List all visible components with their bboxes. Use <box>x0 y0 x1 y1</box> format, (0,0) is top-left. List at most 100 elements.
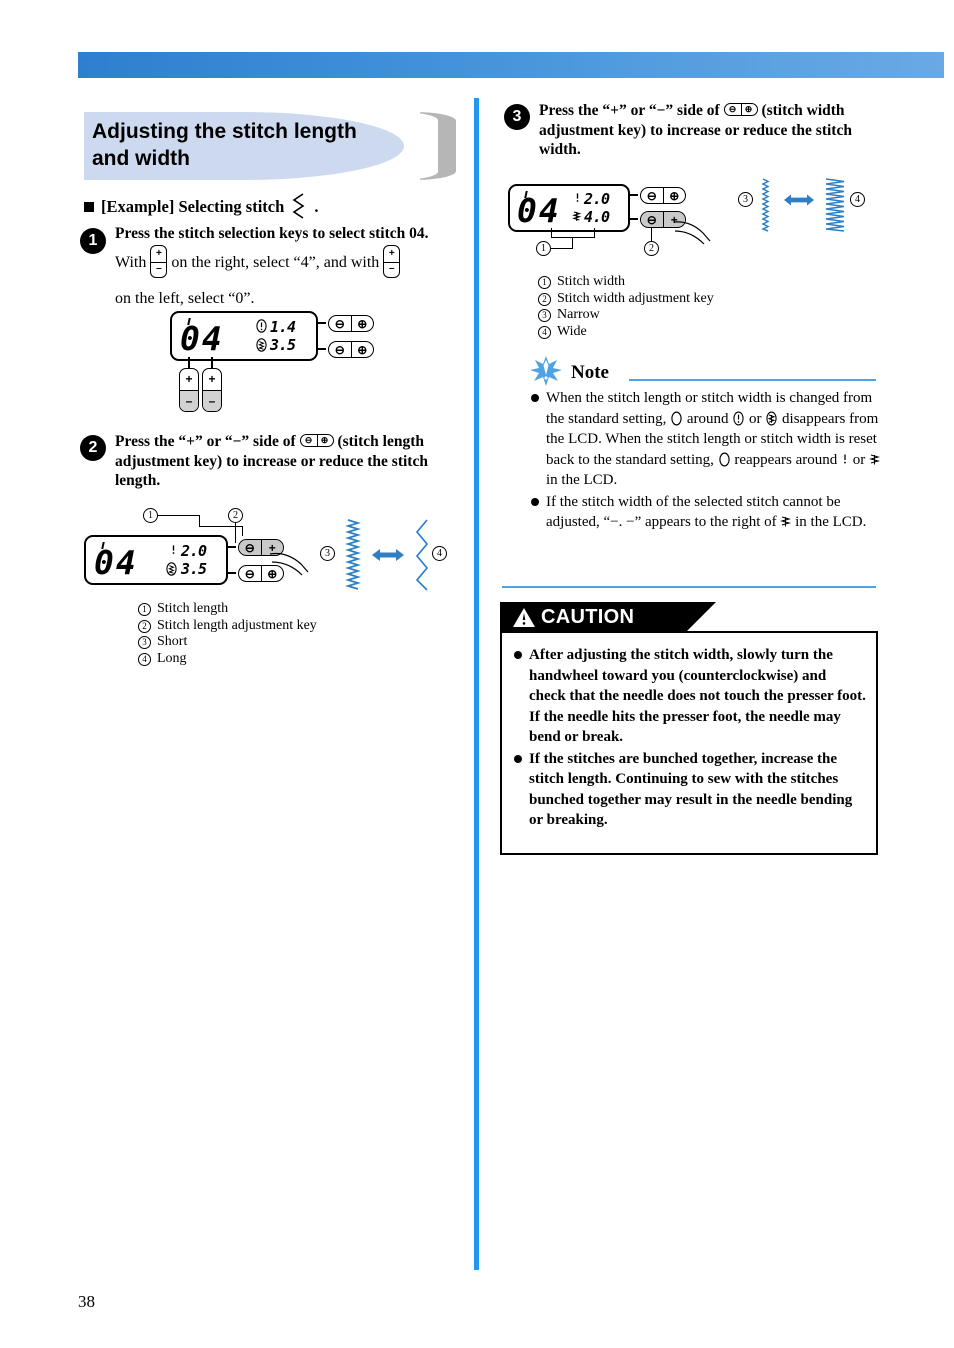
minus-half[interactable]: ⊖ <box>239 566 262 581</box>
warning-triangle-icon <box>513 608 535 627</box>
minus-half[interactable]: ⊖ <box>641 188 664 203</box>
pointing-hand-icon <box>269 552 309 576</box>
stitch-width-glyph-icon <box>572 211 582 221</box>
stitch-length-glyph-icon <box>256 319 267 333</box>
plus-half[interactable]: + <box>203 369 221 391</box>
legend-label: Wide <box>557 323 587 339</box>
legend-number: 3 <box>138 636 151 649</box>
legend-label: Stitch length <box>157 601 229 616</box>
note-list: When the stitch length or stitch width i… <box>531 388 883 534</box>
step-3-callout-3: 3 <box>738 192 753 207</box>
plus-half[interactable]: ⊕ <box>664 188 686 203</box>
step-3-lcd-stitch-number: 04 <box>517 191 561 230</box>
note-seg-6: or <box>852 451 866 468</box>
callout-1-bracket-right <box>594 228 596 238</box>
step-1-badge: 1 <box>80 228 106 254</box>
callout-2-leader <box>235 523 237 543</box>
note-title: Note <box>571 362 609 383</box>
step-1-body-part3: on the left, select “0”. <box>115 290 255 307</box>
column-divider <box>474 98 479 1270</box>
legend-label: Stitch width adjustment key <box>557 290 714 306</box>
step-1-lcd-stitch-number: 04 <box>180 319 224 358</box>
stitch-width-bare-glyph-icon <box>780 516 792 527</box>
caution-list: After adjusting the stitch width, slowly… <box>514 645 866 832</box>
plus-half[interactable]: ⊕ <box>352 342 374 357</box>
step-2-lcd-width-value: 3.5 <box>181 560 207 578</box>
stitch-width-bare-glyph-icon <box>868 453 881 464</box>
bullet-icon <box>514 651 522 659</box>
callout-1-leader-h <box>551 248 573 250</box>
stitch-length-bare-glyph-icon <box>844 454 846 463</box>
minus-glyph: ⊖ <box>725 104 742 115</box>
minus-half[interactable]: ⊖ <box>641 212 664 227</box>
stitch-selection-key-left[interactable]: + – <box>179 368 199 412</box>
step-2-heading-part1: Press the “+” or “−” side of <box>115 433 296 450</box>
note-item: When the stitch length or stitch width i… <box>531 388 883 491</box>
note2-seg-3: in the LCD. <box>795 514 867 530</box>
selection-key-leader-left <box>188 357 190 368</box>
legend-item: 4 Long <box>138 651 317 668</box>
lcd-width-leader-dash <box>318 348 326 350</box>
step-3-badge: 3 <box>504 104 530 130</box>
lcd-length-leader-dash <box>318 322 326 324</box>
plus-half[interactable]: ⊕ <box>352 316 374 331</box>
step-3-lcd-length-value: 2.0 <box>584 190 610 208</box>
caution-item: After adjusting the stitch width, slowly… <box>514 645 866 748</box>
header-rule <box>128 17 934 19</box>
lcd-length-leader-dash <box>630 194 638 196</box>
caution-item: If the stitches are bunched together, in… <box>514 749 866 831</box>
step-1-lcd-width-value: 3.5 <box>270 336 296 354</box>
step-3-callout-2: 2 <box>644 241 659 256</box>
minus-half[interactable]: ⊖ <box>329 342 352 357</box>
legend-number: 4 <box>538 325 551 339</box>
note-seg-2: around <box>686 410 729 427</box>
step-3-stitch-length-adjustment-key[interactable]: ⊖ ⊕ <box>640 187 686 204</box>
lcd-width-leader-dash <box>630 218 638 220</box>
stitch-selection-key-left-icon: + – <box>383 245 401 278</box>
double-arrow-icon <box>372 549 404 561</box>
minus-half[interactable]: – <box>203 390 221 411</box>
stitch-length-adjustment-key-icon: ⊖ ⊕ <box>299 434 334 447</box>
caution-title: CAUTION <box>541 606 635 628</box>
step-3-lcd-width-value: 4.0 <box>584 208 610 226</box>
standard-setting-oval-icon <box>671 410 682 426</box>
legend-number: 1 <box>538 276 551 289</box>
short-stitch-graphic <box>345 519 361 590</box>
stitch-width-adjustment-key-icon: ⊖ ⊕ <box>723 103 758 116</box>
page-title: Adjusting the stitch length and width <box>92 118 392 172</box>
note2-seg-2: right of <box>732 514 777 530</box>
legend-item: 3 Narrow <box>538 307 714 324</box>
title-crescent-white <box>398 112 438 180</box>
legend-number: 1 <box>138 603 151 616</box>
lcd-width-leader-dash <box>228 572 236 574</box>
step-2-heading: Press the “+” or “−” side of ⊖ ⊕ (stitch… <box>115 432 470 491</box>
selection-key-leader-right <box>211 357 213 368</box>
minus-half[interactable]: ⊖ <box>329 316 352 331</box>
minus-glyph: – <box>156 263 162 275</box>
long-stitch-graphic <box>415 519 429 591</box>
minus-half[interactable]: – <box>180 390 198 411</box>
legend-number: 2 <box>138 619 151 633</box>
step-2-callout-3: 3 <box>320 546 335 561</box>
stitch-length-glyph-icon <box>172 545 175 554</box>
step-1-stitch-width-adjustment-key[interactable]: ⊖ ⊕ <box>328 341 374 358</box>
note-seg-3: or <box>749 410 762 427</box>
step-1-lcd-panel: 04 1.4 3.5 <box>170 311 318 361</box>
plus-half[interactable]: + <box>180 369 198 391</box>
legend-item: 2 Stitch width adjustment key <box>538 291 714 308</box>
page-title-line1: Adjusting the stitch length <box>92 120 357 143</box>
step-2-lcd-length-value: 2.0 <box>181 542 207 560</box>
bullet-icon <box>514 754 522 763</box>
page-title-line2: and width <box>92 147 190 170</box>
callout-1-bracket-top <box>199 526 243 528</box>
callout-1-leader-h <box>158 515 200 517</box>
minus-glyph: ⊖ <box>301 435 318 446</box>
minus-half[interactable]: ⊖ <box>239 540 262 555</box>
stitch-length-glyph-icon <box>576 193 579 202</box>
minus-glyph: – <box>389 263 395 275</box>
step-1-stitch-length-adjustment-key[interactable]: ⊖ ⊕ <box>328 315 374 332</box>
plus-glyph: ⊕ <box>320 435 329 445</box>
stitch-selection-key-right[interactable]: + – <box>202 368 222 412</box>
stitch-length-glyph-icon <box>733 411 744 425</box>
step-1-heading: Press the stitch selection keys to selec… <box>115 225 429 242</box>
